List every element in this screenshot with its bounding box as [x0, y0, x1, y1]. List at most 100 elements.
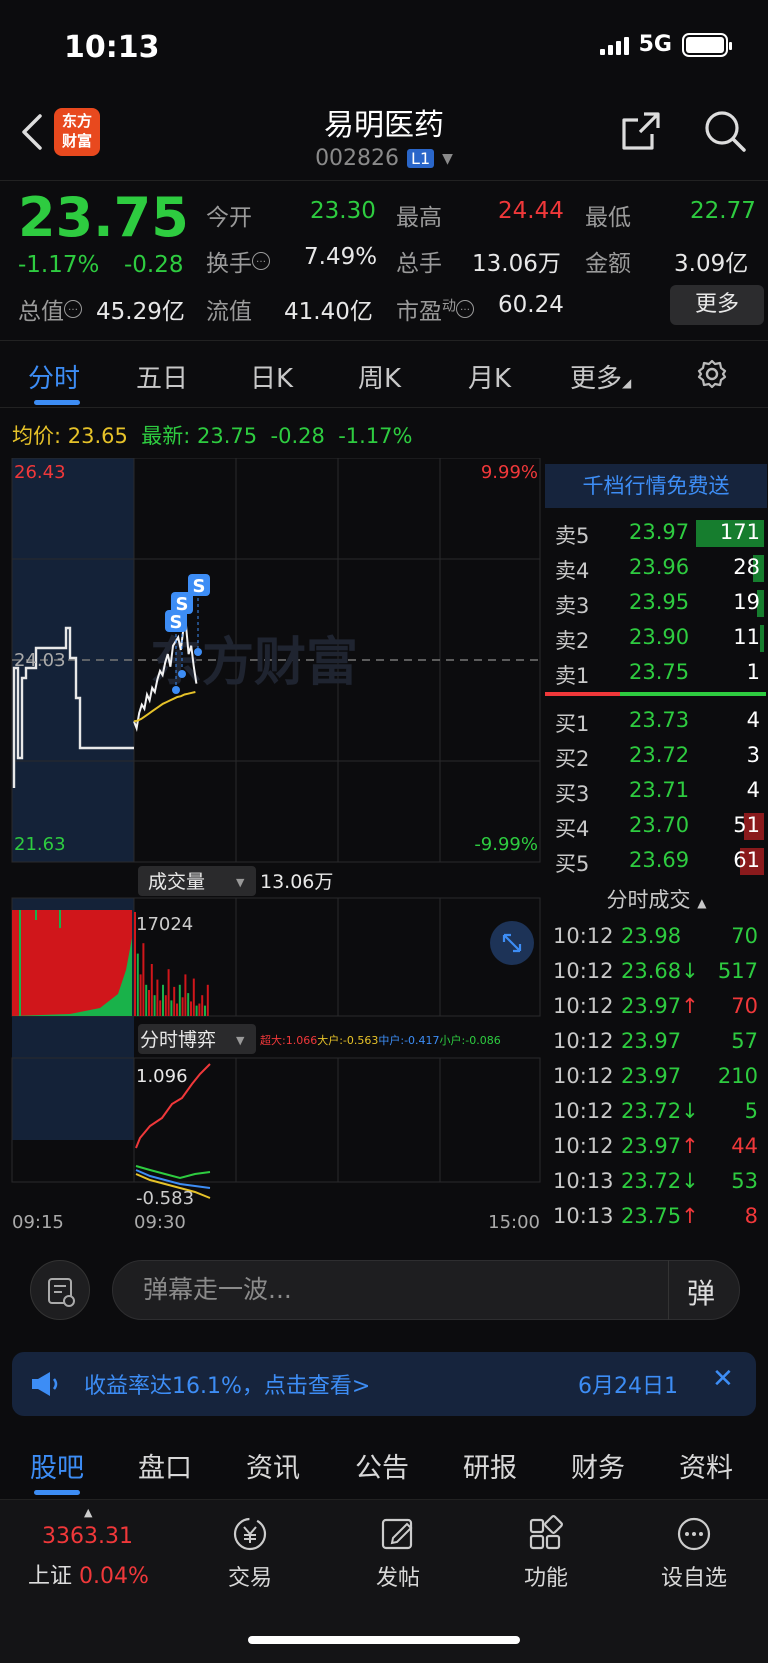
- svg-text:▼: ▼: [236, 876, 245, 889]
- notice-text[interactable]: 收益率达16.1%，点击查看>: [84, 1368, 370, 1400]
- subtab-news[interactable]: 资讯: [246, 1446, 300, 1485]
- danmaku-settings-icon[interactable]: [30, 1260, 90, 1320]
- volume-bar: [204, 1005, 206, 1016]
- subtab-research[interactable]: 研报: [463, 1446, 517, 1485]
- volume-bar: [148, 990, 150, 1016]
- home-indicator: [248, 1636, 520, 1644]
- change-pct: -1.17%: [18, 252, 100, 278]
- volume-bar: [164, 995, 167, 1016]
- tab-five-day[interactable]: 五日: [136, 358, 188, 395]
- time-start: 09:15: [12, 1212, 64, 1233]
- volume-bar: [156, 979, 159, 1016]
- tab-daily-k[interactable]: 日K: [250, 358, 293, 395]
- high-label: 最高: [396, 205, 442, 231]
- game-top-value: 1.096: [136, 1066, 188, 1087]
- volume-bar: [190, 1001, 192, 1016]
- volume-bar: [139, 974, 142, 1016]
- svg-text:S: S: [176, 594, 189, 615]
- volume-bar: [206, 984, 209, 1016]
- intraday-chart[interactable]: 东方财富 S S S 26.43 9.99% 24.03 21.63 -9.99…: [0, 458, 545, 1238]
- stock-code: 002826: [315, 146, 400, 171]
- order-book-row[interactable]: 卖3 23.95 19: [545, 586, 768, 621]
- tab-intraday[interactable]: 分时: [28, 358, 80, 395]
- tick-row: 10:12 23.72↓ 5: [553, 1099, 758, 1123]
- order-book: 千档行情免费送 卖5 23.97 171 卖4 23.96 28 卖3 23.95 19 卖2 23…: [545, 460, 768, 1240]
- order-book-row[interactable]: 卖2 23.90 11: [545, 621, 768, 656]
- tab-weekly-k[interactable]: 周K: [358, 358, 401, 395]
- active-subtab-indicator: [34, 1490, 80, 1495]
- nav-trade[interactable]: 交易: [190, 1514, 310, 1592]
- min-pct-label: -9.99%: [474, 834, 538, 855]
- tick-row: 10:12 23.97 210: [553, 1064, 758, 1088]
- open-value: 23.30: [310, 198, 376, 224]
- subtab-announcements[interactable]: 公告: [355, 1446, 409, 1485]
- order-book-row[interactable]: 买1 23.73 4: [545, 704, 768, 739]
- volume-label: 总手: [396, 251, 442, 277]
- svg-text:分时博弈: 分时博弈: [140, 1029, 216, 1051]
- share-icon[interactable]: [618, 108, 664, 154]
- tick-row: 10:13 23.75↑ 8: [553, 1204, 758, 1228]
- dropdown-caret-icon: ▼: [442, 150, 453, 167]
- volume-bar: [159, 1000, 162, 1016]
- spread-red-bar: [545, 692, 620, 696]
- order-book-row[interactable]: 买4 23.70 51: [545, 809, 768, 844]
- status-indicators: 5G: [599, 32, 732, 57]
- amount-value: 3.09亿: [674, 251, 749, 277]
- close-icon[interactable]: ✕: [712, 1364, 734, 1394]
- index-value[interactable]: 3363.31: [42, 1524, 133, 1549]
- nav-functions[interactable]: 功能: [486, 1514, 606, 1592]
- tab-more[interactable]: 更多◢: [570, 358, 631, 395]
- active-tab-indicator: [34, 400, 80, 405]
- pe-label[interactable]: 市盈动…: [396, 292, 474, 326]
- volume-bar: [192, 978, 195, 1016]
- order-book-row[interactable]: 买5 23.69 61: [545, 844, 768, 879]
- subtab-forum[interactable]: 股吧: [30, 1446, 84, 1485]
- caret-up-icon: ▲: [84, 1506, 93, 1519]
- subtab-handicap[interactable]: 盘口: [138, 1446, 192, 1485]
- order-book-promo[interactable]: 千档行情免费送: [545, 464, 767, 508]
- danmaku-toggle-button[interactable]: 弹: [668, 1260, 740, 1320]
- grid-icon: [529, 1515, 563, 1550]
- order-book-row[interactable]: 买3 23.71 4: [545, 774, 768, 809]
- signal-icon: [599, 35, 629, 55]
- network-type: 5G: [638, 32, 672, 57]
- amount-label: 金额: [585, 251, 631, 277]
- svg-text:S: S: [170, 612, 183, 633]
- danmaku-input[interactable]: 弹幕走一波...: [112, 1260, 740, 1320]
- order-book-row[interactable]: 卖1 23.75 1: [545, 656, 768, 691]
- game-bottom-value: -0.583: [136, 1188, 194, 1209]
- mktcap-label[interactable]: 总值…: [18, 292, 82, 326]
- order-book-row[interactable]: 卖4 23.96 28: [545, 551, 768, 586]
- order-book-row[interactable]: 卖5 23.97 171: [545, 516, 768, 551]
- nav-post[interactable]: 发帖: [338, 1514, 458, 1592]
- volume-bar: [162, 984, 164, 1016]
- spread-green-bar: [620, 692, 766, 696]
- float-label: 流值: [206, 299, 252, 325]
- volume-total: 13.06万: [260, 871, 333, 893]
- volume-bar: [198, 1003, 201, 1016]
- more-dots-icon: [677, 1517, 711, 1551]
- open-label: 今开: [206, 205, 252, 231]
- order-book-row[interactable]: 买2 23.72 3: [545, 739, 768, 774]
- tick-row: 10:12 23.97↑ 70: [553, 994, 758, 1018]
- tick-row: 10:13 23.72↓ 53: [553, 1169, 758, 1193]
- tab-monthly-k[interactable]: 月K: [468, 358, 511, 395]
- volume-bar: [142, 943, 145, 1016]
- subtab-finance[interactable]: 财务: [571, 1446, 625, 1485]
- turnover-label[interactable]: 换手…: [206, 244, 270, 278]
- ticks-header[interactable]: 分时成交 ▲: [545, 884, 768, 914]
- volume-bar: [184, 974, 187, 1016]
- tick-row: 10:12 23.68↓ 517: [553, 959, 758, 983]
- avg-price-row: 均价: 23.65 最新: 23.75 -0.28 -1.17%: [12, 424, 413, 448]
- more-button[interactable]: 更多: [670, 285, 764, 325]
- volume-bar: [178, 984, 181, 1016]
- gear-icon[interactable]: [696, 358, 728, 390]
- index-row[interactable]: 上证 0.04%: [28, 1558, 149, 1590]
- subtab-profile[interactable]: 资料: [679, 1446, 733, 1485]
- info-icon: …: [252, 252, 270, 271]
- svg-text:▼: ▼: [236, 1034, 245, 1047]
- search-icon[interactable]: [702, 108, 748, 154]
- edit-icon: [381, 1518, 413, 1550]
- volume-bar: [145, 984, 148, 1016]
- nav-watchlist[interactable]: 设自选: [634, 1514, 754, 1592]
